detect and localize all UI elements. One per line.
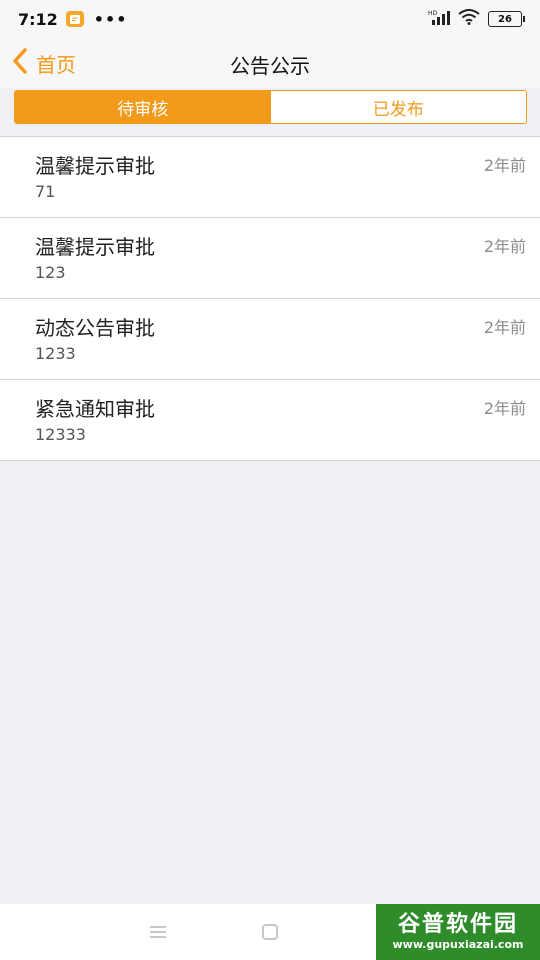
status-segmented-control: 待审核 已发布	[14, 90, 527, 124]
item-time: 2年前	[483, 237, 526, 256]
item-title: 动态公告审批	[35, 316, 155, 340]
item-subtitle: 1233	[35, 344, 76, 363]
watermark-logo: 谷普软件园 www.gupuxiazai.com	[376, 904, 540, 960]
battery-icon: 26	[488, 11, 525, 27]
list-item[interactable]: 温馨提示审批 71 2年前	[0, 137, 540, 218]
wifi-icon	[458, 9, 480, 29]
item-subtitle: 123	[35, 263, 66, 282]
status-indicators: HD 26	[428, 9, 525, 29]
signal-icon: HD	[428, 9, 450, 29]
tab-pending-review[interactable]: 待审核	[15, 91, 271, 123]
nav-bar: 首页 公告公示	[0, 38, 540, 88]
home-icon[interactable]	[261, 923, 279, 945]
more-notifications-icon: •••	[93, 9, 128, 29]
status-time: 7:12	[18, 9, 58, 29]
item-title: 温馨提示审批	[35, 154, 155, 178]
status-bar: 7:12 ••• HD 26	[0, 0, 540, 38]
tab-published[interactable]: 已发布	[270, 91, 526, 123]
list-item[interactable]: 紧急通知审批 12333 2年前	[0, 380, 540, 461]
item-time: 2年前	[483, 156, 526, 175]
item-time: 2年前	[483, 399, 526, 418]
item-title: 紧急通知审批	[35, 397, 155, 421]
list-item[interactable]: 动态公告审批 1233 2年前	[0, 299, 540, 380]
item-subtitle: 71	[35, 182, 56, 201]
watermark-title: 谷普软件园	[397, 912, 518, 937]
item-title: 温馨提示审批	[35, 235, 155, 259]
item-time: 2年前	[483, 318, 526, 337]
announcement-list: 温馨提示审批 71 2年前 温馨提示审批 123 2年前 动态公告审批 1233…	[0, 136, 540, 461]
watermark-url: www.gupuxiazai.com	[392, 938, 524, 951]
svg-text:HD: HD	[428, 10, 438, 17]
page-title: 公告公示	[230, 54, 310, 78]
item-subtitle: 12333	[35, 425, 86, 444]
list-item[interactable]: 温馨提示审批 123 2年前	[0, 218, 540, 299]
menu-icon[interactable]	[148, 924, 168, 944]
notification-icon	[65, 11, 84, 27]
